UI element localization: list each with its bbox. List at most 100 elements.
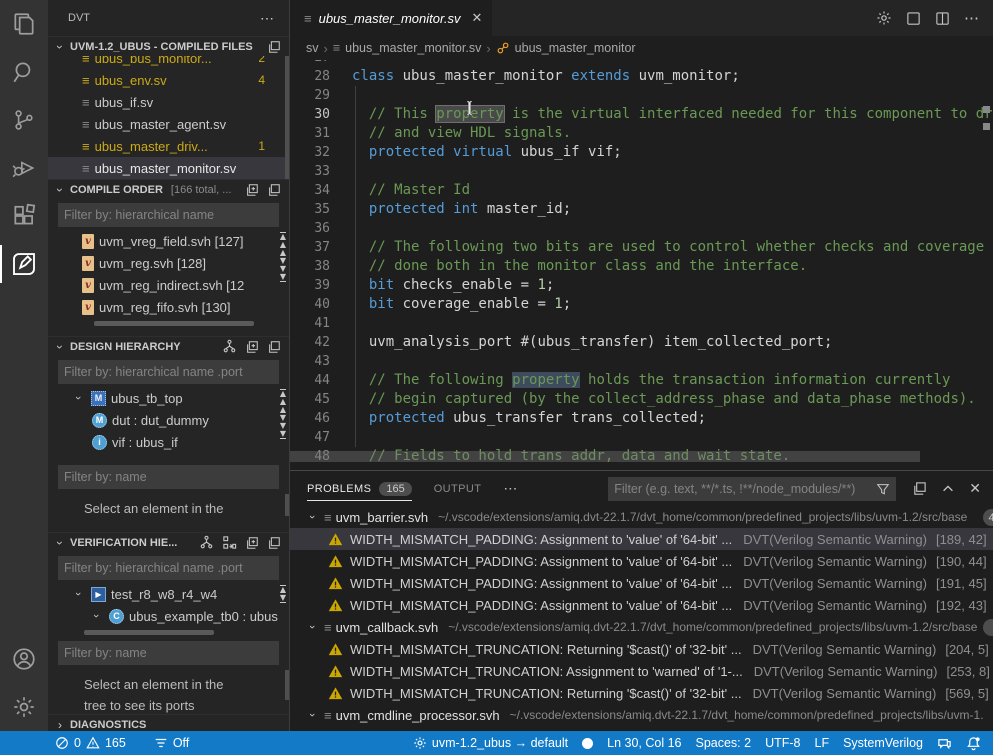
compile-order-filter-input[interactable] bbox=[58, 203, 279, 227]
tree-node[interactable]: › ▶ test_r8_w8_r4_w4 bbox=[48, 583, 289, 605]
dvt-project-status[interactable]: uvm-1.2_ubus → default bbox=[406, 731, 575, 755]
dvt-view-icon[interactable] bbox=[0, 240, 48, 288]
verification-hierarchy-filter-input[interactable] bbox=[58, 556, 279, 580]
layout-icon[interactable] bbox=[906, 11, 921, 26]
problem-group[interactable]: › ≡ uvm_callback.svh ~/.vscode/extension… bbox=[290, 616, 993, 638]
extensions-icon[interactable] bbox=[0, 192, 48, 240]
editor-horizontal-scrollbar[interactable] bbox=[290, 451, 920, 462]
cursor-position[interactable]: Ln 30, Col 16 bbox=[600, 731, 688, 755]
breadcrumb-symbol[interactable]: ubus_master_monitor bbox=[515, 41, 636, 55]
sidebar-more-icon[interactable]: ⋯ bbox=[260, 10, 275, 27]
ports-filter-input[interactable] bbox=[58, 465, 279, 489]
design-hierarchy-filter-input[interactable] bbox=[58, 360, 279, 384]
expand-all-icon[interactable] bbox=[245, 340, 259, 354]
tree-node[interactable]: i vif : ubus_if bbox=[48, 431, 289, 453]
code-line[interactable]: 39 bit checks_enable = 1; bbox=[290, 276, 993, 295]
code-line[interactable]: 43 bbox=[290, 352, 993, 371]
file-item[interactable]: ≡ ubus_bus_monitor... 2 bbox=[48, 56, 289, 69]
code-line[interactable]: 38 // done both in the monitor class and… bbox=[290, 257, 993, 276]
editor-vertical-scrollbar[interactable] bbox=[979, 60, 993, 470]
problem-row[interactable]: WIDTH_MISMATCH_TRUNCATION: Returning '$c… bbox=[290, 682, 993, 704]
collapse-all-icon[interactable] bbox=[267, 536, 281, 550]
chevron-down-icon[interactable]: › bbox=[53, 182, 67, 198]
uvm-file-item[interactable]: v uvm_vreg_field.svh [127] bbox=[48, 230, 289, 252]
file-item[interactable]: ≡ ubus_master_agent.sv bbox=[48, 113, 289, 135]
code-line[interactable]: 42 uvm_analysis_port #(ubus_transfer) it… bbox=[290, 333, 993, 352]
section-diagnostics[interactable]: › DIAGNOSTICS bbox=[48, 714, 289, 731]
breadcrumb-folder[interactable]: sv bbox=[306, 41, 319, 55]
chevron-down-icon[interactable]: › bbox=[72, 390, 84, 406]
code-line[interactable]: 37 // The following two bits are used to… bbox=[290, 238, 993, 257]
verification-ports-filter-input[interactable] bbox=[58, 641, 279, 665]
tree-node[interactable]: M dut : dut_dummy bbox=[48, 409, 289, 431]
settings-gear-icon[interactable] bbox=[876, 10, 892, 26]
code-line[interactable]: 45 // begin captured (by the collect_add… bbox=[290, 390, 993, 409]
tab-ubus-master-monitor[interactable]: ≡ ubus_master_monitor.sv ✕ bbox=[290, 0, 492, 36]
tree-scroll-buttons[interactable]: ▲▲▲▼▼▼ bbox=[280, 232, 286, 282]
problems-filter[interactable] bbox=[608, 477, 896, 501]
chevron-down-icon[interactable]: › bbox=[53, 339, 67, 355]
search-icon[interactable] bbox=[0, 48, 48, 96]
more-actions-icon[interactable]: ⋯ bbox=[964, 9, 979, 27]
breadcrumb-file[interactable]: ubus_master_monitor.sv bbox=[345, 41, 481, 55]
problem-row[interactable]: WIDTH_MISMATCH_PADDING: Assignment to 'v… bbox=[290, 572, 993, 594]
split-editor-icon[interactable] bbox=[935, 11, 950, 26]
tree-node[interactable]: › C ubus_example_tb0 : ubus bbox=[48, 605, 289, 627]
close-icon[interactable]: ✕ bbox=[471, 10, 482, 26]
encoding-status[interactable]: UTF-8 bbox=[758, 731, 807, 755]
file-item[interactable]: ≡ ubus_env.sv 4 bbox=[48, 69, 289, 91]
file-item[interactable]: ≡ ubus_master_driv... 1 bbox=[48, 135, 289, 157]
panel-more-tabs-icon[interactable]: ⋯ bbox=[503, 480, 517, 497]
file-item-selected[interactable]: ≡ ubus_master_monitor.sv bbox=[48, 157, 289, 179]
hierarchy-icon[interactable] bbox=[222, 339, 237, 354]
funnel-filter-icon[interactable] bbox=[876, 482, 890, 496]
problems-status[interactable]: 0 165 bbox=[55, 731, 133, 755]
collapse-all-icon[interactable] bbox=[267, 340, 281, 354]
problem-row[interactable]: WIDTH_MISMATCH_TRUNCATION: Assignment to… bbox=[290, 660, 993, 682]
code-line[interactable]: 30 // This property is the virtual inter… bbox=[290, 105, 993, 124]
chevron-down-icon[interactable]: › bbox=[72, 586, 84, 602]
code-line[interactable]: 29 bbox=[290, 86, 993, 105]
code-line[interactable]: 47 bbox=[290, 428, 993, 447]
language-mode[interactable]: SystemVerilog bbox=[836, 731, 930, 755]
horizontal-scrollbar[interactable] bbox=[84, 630, 214, 635]
notifications-status[interactable] bbox=[959, 731, 981, 755]
problem-group[interactable]: › ≡ uvm_cmdline_processor.svh ~/.vscode/… bbox=[290, 704, 993, 726]
tree-scroll-buttons[interactable]: ▲▼ bbox=[280, 585, 286, 603]
section-compile-order[interactable]: › COMPILE ORDER [166 total, ... bbox=[48, 179, 289, 199]
chevron-right-icon[interactable]: › bbox=[52, 718, 68, 731]
tree-scroll-buttons[interactable]: ▲▲▲▼▼▼ bbox=[280, 389, 286, 439]
tab-problems[interactable]: PROBLEMS 165 bbox=[307, 471, 412, 506]
settings-gear-icon[interactable] bbox=[0, 683, 48, 731]
chevron-down-icon[interactable]: › bbox=[90, 608, 102, 624]
code-line[interactable]: 28class ubus_master_monitor extends uvm_… bbox=[290, 67, 993, 86]
code-line[interactable]: 36 bbox=[290, 219, 993, 238]
code-line[interactable]: 27 bbox=[290, 60, 993, 67]
problem-row[interactable]: WIDTH_MISMATCH_PADDING: Assignment to 'v… bbox=[290, 550, 993, 572]
expand-all-icon[interactable] bbox=[245, 536, 259, 550]
section-compiled-files[interactable]: › UVM-1.2_UBUS - COMPILED FILES bbox=[48, 36, 289, 56]
eol-status[interactable]: LF bbox=[808, 731, 837, 755]
list-scrollbar[interactable] bbox=[285, 494, 289, 516]
code-line[interactable]: 35 protected int master_id; bbox=[290, 200, 993, 219]
file-item[interactable]: ≡ ubus_if.sv bbox=[48, 91, 289, 113]
code-line[interactable]: 32 protected virtual ubus_if vif; bbox=[290, 143, 993, 162]
problem-group[interactable]: › ≡ uvm_barrier.svh ~/.vscode/extensions… bbox=[290, 506, 993, 528]
feedback-status[interactable] bbox=[930, 731, 959, 755]
section-verification-hierarchy[interactable]: › VERIFICATION HIE... bbox=[48, 532, 289, 552]
code-line[interactable]: 44 // The following property holds the t… bbox=[290, 371, 993, 390]
horizontal-scrollbar[interactable] bbox=[94, 321, 254, 326]
code-line[interactable]: 31 // and view HDL signals. bbox=[290, 124, 993, 143]
problems-filter-input[interactable] bbox=[614, 482, 876, 496]
problem-row[interactable]: WIDTH_MISMATCH_PADDING: Assignment to 'v… bbox=[290, 594, 993, 616]
open-in-editor-icon[interactable] bbox=[912, 481, 927, 496]
code-line[interactable]: 46 protected ubus_transfer trans_collect… bbox=[290, 409, 993, 428]
explorer-icon[interactable] bbox=[0, 0, 48, 48]
account-icon[interactable] bbox=[0, 635, 48, 683]
build-status-indicator[interactable] bbox=[575, 731, 600, 755]
code-line[interactable]: 40 bit coverage_enable = 1; bbox=[290, 295, 993, 314]
chevron-up-icon[interactable] bbox=[941, 482, 955, 496]
expand-all-icon[interactable] bbox=[245, 183, 259, 197]
uvm-file-item[interactable]: v uvm_reg.svh [128] bbox=[48, 252, 289, 274]
code-line[interactable]: 33 bbox=[290, 162, 993, 181]
